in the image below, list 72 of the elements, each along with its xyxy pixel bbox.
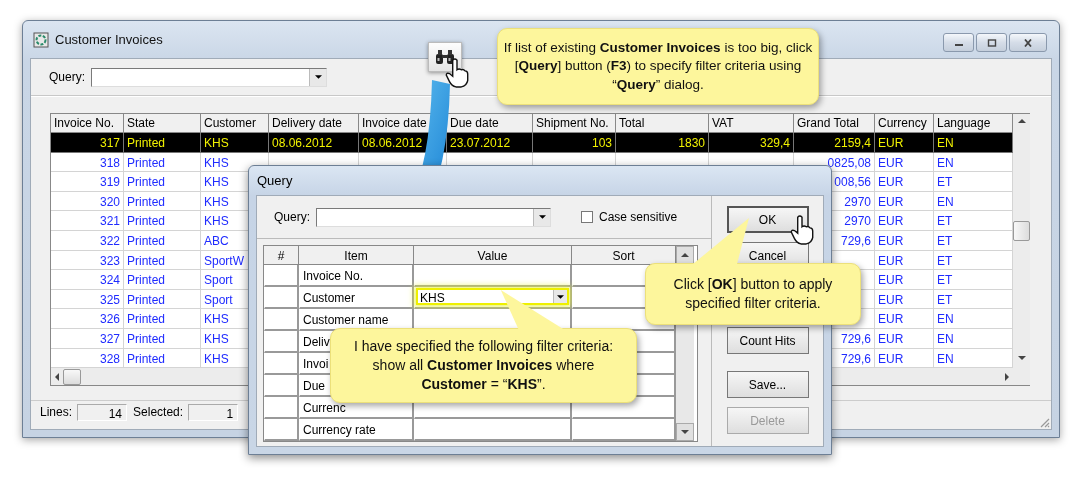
table-cell[interactable]: 319 <box>51 172 124 192</box>
column-header[interactable]: Shipment No. <box>533 114 616 133</box>
table-cell[interactable]: 2159,4 <box>794 133 875 153</box>
table-cell[interactable]: Printed <box>124 309 201 329</box>
table-cell[interactable]: EUR <box>875 250 934 271</box>
table-cell[interactable]: 1830 <box>616 133 709 153</box>
table-cell[interactable]: 322 <box>51 230 124 251</box>
table-cell[interactable]: 318 <box>51 152 124 173</box>
table-cell[interactable]: 325 <box>51 289 124 310</box>
table-cell[interactable]: EUR <box>875 270 934 290</box>
table-cell[interactable]: Printed <box>124 211 201 231</box>
table-cell[interactable]: EN <box>934 133 1013 153</box>
table-cell[interactable]: EUR <box>875 211 934 231</box>
table-cell[interactable]: Printed <box>124 289 201 310</box>
column-header[interactable]: Customer <box>201 114 269 133</box>
checkbox-label: Case sensitive <box>599 210 678 224</box>
column-header[interactable]: Grand Total <box>794 114 875 133</box>
item-cell: Customer name <box>299 309 414 331</box>
window-title: Customer Invoices <box>55 32 163 47</box>
column-header: Item <box>299 246 414 265</box>
table-cell[interactable]: 321 <box>51 211 124 231</box>
column-header[interactable]: Currency <box>875 114 934 133</box>
status-label: Lines: <box>40 405 73 420</box>
table-cell[interactable]: EUR <box>875 152 934 173</box>
table-cell[interactable]: 329,4 <box>709 133 794 153</box>
table-cell[interactable]: Printed <box>124 172 201 192</box>
column-header[interactable]: Due date <box>447 114 533 133</box>
column-header[interactable]: Invoice No. <box>51 114 124 133</box>
table-cell[interactable]: EUR <box>875 289 934 310</box>
table-cell[interactable]: 317 <box>51 133 124 153</box>
table-cell[interactable]: 08.06.2012 <box>269 133 359 153</box>
query-label: Query: <box>49 70 85 84</box>
status-label: Selected: <box>133 405 184 420</box>
table-cell[interactable]: 327 <box>51 328 124 349</box>
table-cell[interactable]: EUR <box>875 191 934 212</box>
table-cell[interactable]: Printed <box>124 133 201 153</box>
value-dropdown[interactable]: KHS <box>416 288 569 305</box>
table-cell[interactable]: Printed <box>124 191 201 212</box>
item-cell: Customer <box>299 287 414 309</box>
table-cell[interactable]: Printed <box>124 270 201 290</box>
column-header[interactable]: State <box>124 114 201 133</box>
column-header[interactable]: Language <box>934 114 1013 133</box>
table-cell[interactable]: Printed <box>124 250 201 271</box>
table-cell[interactable]: EUR <box>875 328 934 349</box>
item-cell: Invoice No. <box>299 265 414 287</box>
table-cell[interactable]: 23.07.2012 <box>447 133 533 153</box>
column-header[interactable]: Total <box>616 114 709 133</box>
column-header[interactable]: VAT <box>709 114 794 133</box>
column-header: Value <box>414 246 572 265</box>
column-header: Sort <box>572 246 676 265</box>
dialog-button[interactable]: Count Hits <box>726 327 809 354</box>
column-header[interactable]: Delivery date <box>269 114 359 133</box>
table-cell[interactable]: Printed <box>124 152 201 173</box>
table-cell[interactable]: EUR <box>875 133 934 153</box>
table-cell[interactable]: 103 <box>533 133 616 153</box>
table-cell[interactable]: 320 <box>51 191 124 212</box>
item-cell: Currency rate <box>299 419 414 441</box>
table-cell[interactable]: 323 <box>51 250 124 271</box>
status-value: 1 <box>188 403 239 421</box>
table-cell[interactable]: EUR <box>875 230 934 251</box>
status-value: 14 <box>77 403 128 421</box>
table-cell[interactable]: 326 <box>51 309 124 329</box>
table-cell[interactable]: Printed <box>124 328 201 349</box>
table-cell[interactable]: KHS <box>201 133 269 153</box>
table-cell[interactable]: EUR <box>875 309 934 329</box>
query-label: Query: <box>274 210 310 224</box>
callout: If list of existing Customer Invoices is too big, click [Query] button (F3) to specify filter criteria using “Query” dialog. <box>497 28 819 105</box>
dialog-button[interactable]: Save... <box>726 371 809 398</box>
table-cell[interactable]: 324 <box>51 270 124 290</box>
column-header: # <box>264 246 299 265</box>
table-cell[interactable]: EUR <box>875 172 934 192</box>
table-cell[interactable]: Printed <box>124 230 201 251</box>
